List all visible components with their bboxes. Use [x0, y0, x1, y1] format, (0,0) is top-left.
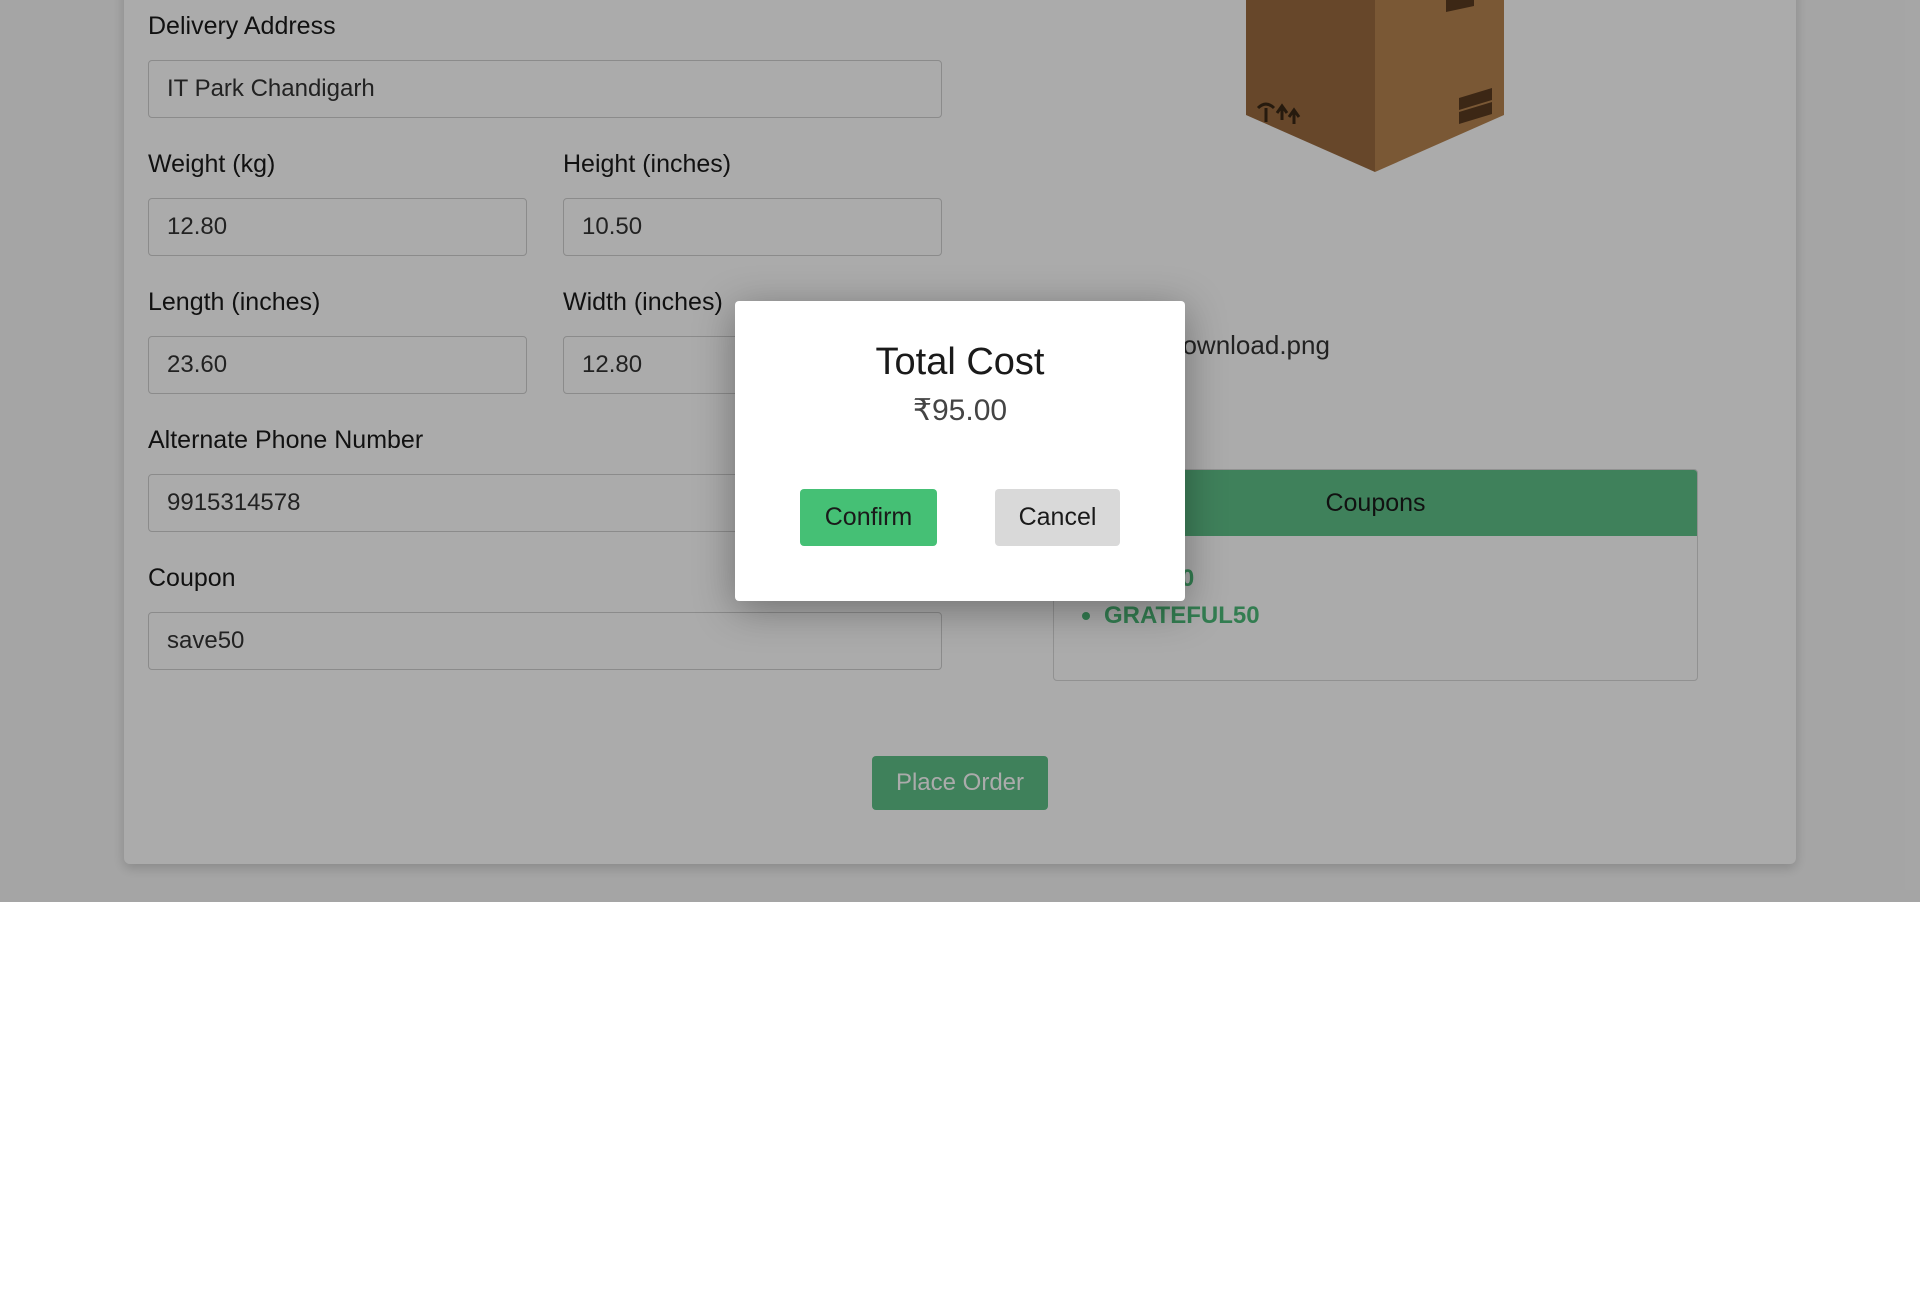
total-cost-amount: ₹95.00 — [912, 394, 1008, 427]
cancel-button[interactable]: Cancel — [995, 489, 1120, 546]
modal-title: Total Cost — [875, 341, 1045, 383]
confirm-button[interactable]: Confirm — [800, 489, 937, 546]
total-cost-modal: Total Cost ₹95.00 Confirm Cancel — [735, 301, 1185, 601]
